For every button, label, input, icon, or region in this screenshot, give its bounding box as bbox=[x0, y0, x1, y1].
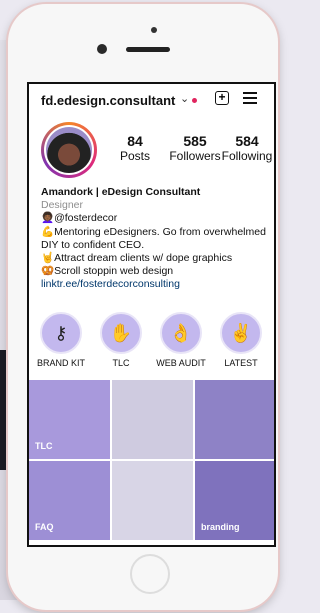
following-count: 584 bbox=[235, 133, 259, 149]
post-label: FAQ bbox=[35, 522, 54, 532]
bio-line: 👩🏾‍🦱@fosterdecor bbox=[41, 212, 118, 225]
highlight-tlc[interactable]: ✋ TLC bbox=[91, 312, 151, 368]
stat-posts[interactable]: 84 Posts bbox=[115, 133, 155, 163]
avatar[interactable] bbox=[41, 122, 97, 178]
bio-line: 💪Mentoring eDesigners. Go from overwhelm… bbox=[41, 225, 266, 251]
highlight-web-audit[interactable]: 👌 WEB AUDIT bbox=[151, 312, 211, 368]
profile-name: Amandork | eDesign Consultant bbox=[41, 186, 201, 198]
stat-following[interactable]: 584 Following bbox=[219, 133, 274, 163]
home-button[interactable] bbox=[130, 554, 170, 594]
post-tile[interactable]: FAQ bbox=[29, 461, 110, 540]
post-tile[interactable] bbox=[112, 461, 193, 540]
highlight-label: WEB AUDIT bbox=[156, 358, 206, 368]
front-camera bbox=[97, 44, 107, 54]
post-label: TLC bbox=[35, 441, 53, 451]
bio-line: 🥨Scroll stoppin web design bbox=[41, 265, 174, 278]
post-tile[interactable]: TLC bbox=[29, 380, 110, 459]
peace-icon: ✌ bbox=[220, 312, 262, 354]
username[interactable]: fd.edesign.consultant bbox=[41, 93, 175, 108]
chevron-down-icon[interactable]: ⌄ bbox=[180, 92, 189, 105]
key-icon: ⚷ bbox=[40, 312, 82, 354]
ok-hand-icon: 👌 bbox=[160, 312, 202, 354]
posts-count: 84 bbox=[127, 133, 143, 149]
following-label: Following bbox=[221, 149, 273, 163]
profile-link[interactable]: linktr.ee/fosterdecorconsulting bbox=[41, 278, 271, 291]
followers-count: 585 bbox=[183, 133, 207, 149]
post-tile[interactable] bbox=[195, 380, 274, 459]
bio-line: 🤘Attract dream clients w/ dope graphics bbox=[41, 252, 233, 265]
profile-header-bar: fd.edesign.consultant ⌄ + bbox=[29, 84, 274, 116]
highlight-label: LATEST bbox=[224, 358, 258, 368]
camera-dot bbox=[151, 27, 157, 33]
post-tile[interactable]: branding bbox=[195, 461, 274, 540]
profile-category: Designer bbox=[41, 199, 84, 212]
post-tile[interactable] bbox=[112, 380, 193, 459]
profile-photo bbox=[46, 127, 92, 173]
followers-label: Followers bbox=[169, 149, 221, 163]
post-label: branding bbox=[201, 522, 240, 532]
hand-icon: ✋ bbox=[100, 312, 142, 354]
highlight-brand-kit[interactable]: ⚷ BRAND KIT bbox=[31, 312, 91, 368]
earpiece-speaker bbox=[126, 47, 170, 52]
highlight-label: BRAND KIT bbox=[36, 358, 85, 368]
notification-dot bbox=[192, 98, 197, 103]
profile-bio: Amandork | eDesign Consultant Designer 👩… bbox=[41, 186, 271, 292]
menu-icon[interactable] bbox=[243, 92, 257, 107]
create-post-icon[interactable]: + bbox=[215, 91, 229, 105]
instagram-profile-screen: fd.edesign.consultant ⌄ + 84 Posts 585 F… bbox=[27, 82, 276, 547]
highlight-latest[interactable]: ✌ LATEST bbox=[211, 312, 271, 368]
highlight-label: TLC bbox=[112, 358, 130, 368]
posts-label: Posts bbox=[119, 149, 150, 163]
stat-followers[interactable]: 585 Followers bbox=[169, 133, 221, 163]
